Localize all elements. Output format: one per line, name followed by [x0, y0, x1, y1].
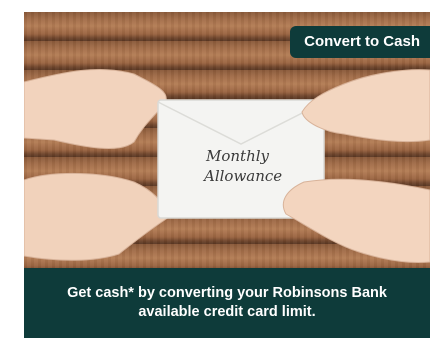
- footer-line-1: Get cash* by converting your Robinsons B…: [67, 285, 387, 301]
- right-hand-bottom: [282, 178, 430, 263]
- footer-line-2: available credit card limit.: [138, 304, 316, 320]
- left-hand-bottom: [24, 172, 170, 261]
- envelope-text-line2: Allowance: [202, 167, 282, 185]
- promo-banner[interactable]: Monthly Allowance Convert to Cash Get ca…: [24, 12, 430, 338]
- left-hand-top: [24, 68, 167, 149]
- envelope-text-line1: Monthly: [205, 147, 270, 165]
- promo-footer: Get cash* by converting your Robinsons B…: [24, 268, 430, 338]
- convert-to-cash-button[interactable]: Convert to Cash: [290, 26, 430, 58]
